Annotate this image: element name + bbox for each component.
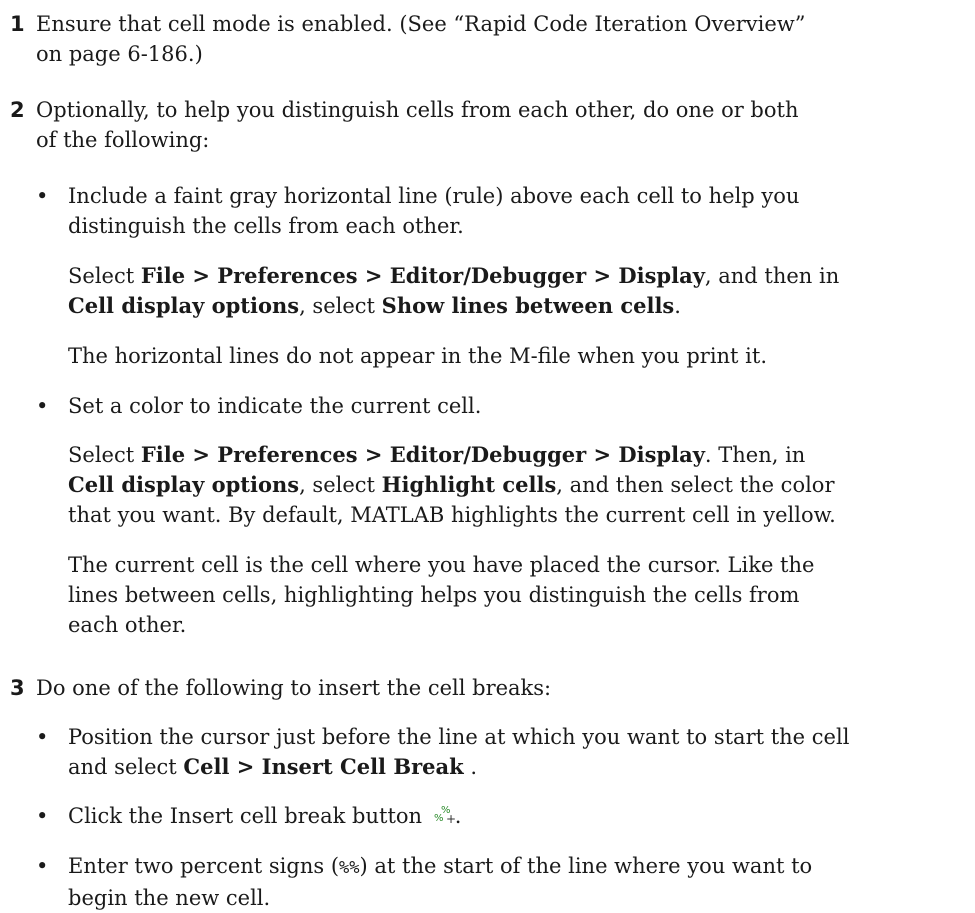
text: , select bbox=[299, 294, 382, 318]
insert-cell-break-icon[interactable]: % % + bbox=[433, 803, 456, 826]
step-number: 1 bbox=[10, 12, 25, 36]
menu-path-line: Select File > Preferences > Editor/Debug… bbox=[68, 261, 975, 291]
step-3: 3 Do one of the following to insert the … bbox=[0, 673, 975, 703]
note-text: The horizontal lines do not appear in th… bbox=[68, 344, 767, 368]
bullet-text: Position the cursor just before the line… bbox=[68, 725, 850, 749]
step-3-bullet-1: • Position the cursor just before the li… bbox=[0, 722, 975, 782]
step-1-line-2: on page 6-186.) bbox=[36, 42, 203, 66]
option-item: Highlight cells bbox=[381, 472, 557, 497]
note-text: each other. bbox=[68, 613, 187, 637]
option-group: Cell display options bbox=[68, 293, 300, 318]
svg-text:+: + bbox=[446, 812, 455, 825]
step-1-line-1: Ensure that cell mode is enabled. (See “… bbox=[36, 12, 806, 36]
bullet-text: and select Cell > Insert Cell Break . bbox=[68, 752, 975, 782]
menu-path: File > Preferences > Editor/Debugger > D… bbox=[140, 263, 705, 288]
bullet-text: Set a color to indicate the current cell… bbox=[68, 394, 482, 418]
text: , and then select the color bbox=[556, 473, 835, 497]
step-2: 2 Optionally, to help you distinguish ce… bbox=[0, 95, 975, 155]
menu-path: Cell > Insert Cell Break bbox=[183, 754, 464, 779]
text: ) at the start of the line where you wan… bbox=[359, 854, 813, 878]
menu-path-line: Cell display options, select Highlight c… bbox=[68, 470, 975, 500]
text: Enter two percent signs ( bbox=[68, 854, 340, 878]
svg-text:%: % bbox=[434, 813, 444, 824]
bullet-mark: • bbox=[36, 804, 49, 828]
step-2-bullet-1: • Include a faint gray horizontal line (… bbox=[0, 181, 975, 241]
text: , and then in bbox=[704, 264, 840, 288]
bullet-mark: • bbox=[36, 725, 49, 749]
step-number: 2 bbox=[10, 98, 25, 122]
step-2-bullet-1-note: The horizontal lines do not appear in th… bbox=[0, 341, 975, 371]
step-3-bullet-2: • Click the Insert cell break button % %… bbox=[0, 801, 975, 831]
text: , select bbox=[299, 473, 382, 497]
step-2-bullet-1-select: Select File > Preferences > Editor/Debug… bbox=[0, 261, 975, 321]
bullet-mark: • bbox=[36, 184, 49, 208]
step-2-bullet-2: • Set a color to indicate the current ce… bbox=[0, 391, 975, 421]
text: and select bbox=[68, 755, 184, 779]
note-text: lines between cells, highlighting helps … bbox=[68, 583, 800, 607]
option-item: Show lines between cells bbox=[381, 293, 675, 318]
bullet-text: begin the new cell. bbox=[68, 886, 271, 910]
text: . bbox=[454, 804, 462, 828]
bullet-text: that you want. By default, MATLAB highli… bbox=[68, 503, 836, 527]
step-number: 3 bbox=[10, 676, 25, 700]
note-text: The current cell is the cell where you h… bbox=[68, 553, 815, 577]
text: . Then, in bbox=[704, 443, 806, 467]
bullet-mark: • bbox=[36, 854, 49, 878]
step-1: 1 Ensure that cell mode is enabled. (See… bbox=[0, 9, 975, 69]
step-2-line-1: Optionally, to help you distinguish cell… bbox=[36, 98, 799, 122]
text: . bbox=[674, 294, 681, 318]
step-3-bullet-3: • Enter two percent signs (%%) at the st… bbox=[0, 851, 975, 913]
bullet-text: Click the Insert cell break button % % +… bbox=[68, 801, 975, 831]
bullet-text: Enter two percent signs (%%) at the star… bbox=[68, 851, 975, 883]
text: Select bbox=[68, 443, 141, 467]
step-2-line-2: of the following: bbox=[36, 128, 210, 152]
bullet-text: distinguish the cells from each other. bbox=[68, 214, 464, 238]
bullet-text: Include a faint gray horizontal line (ru… bbox=[68, 184, 800, 208]
step-2-bullet-2-note: The current cell is the cell where you h… bbox=[0, 550, 975, 640]
text: . bbox=[463, 755, 478, 779]
option-group: Cell display options bbox=[68, 472, 300, 497]
menu-path-line: Cell display options, select Show lines … bbox=[68, 291, 975, 321]
text: Select bbox=[68, 264, 141, 288]
text: Click the Insert cell break button bbox=[68, 804, 423, 828]
step-3-line-1: Do one of the following to insert the ce… bbox=[36, 676, 552, 700]
step-2-bullet-2-select: Select File > Preferences > Editor/Debug… bbox=[0, 440, 975, 530]
bullet-mark: • bbox=[36, 394, 49, 418]
code-snippet: %% bbox=[339, 858, 360, 878]
menu-path-line: Select File > Preferences > Editor/Debug… bbox=[68, 440, 975, 470]
menu-path: File > Preferences > Editor/Debugger > D… bbox=[140, 442, 705, 467]
